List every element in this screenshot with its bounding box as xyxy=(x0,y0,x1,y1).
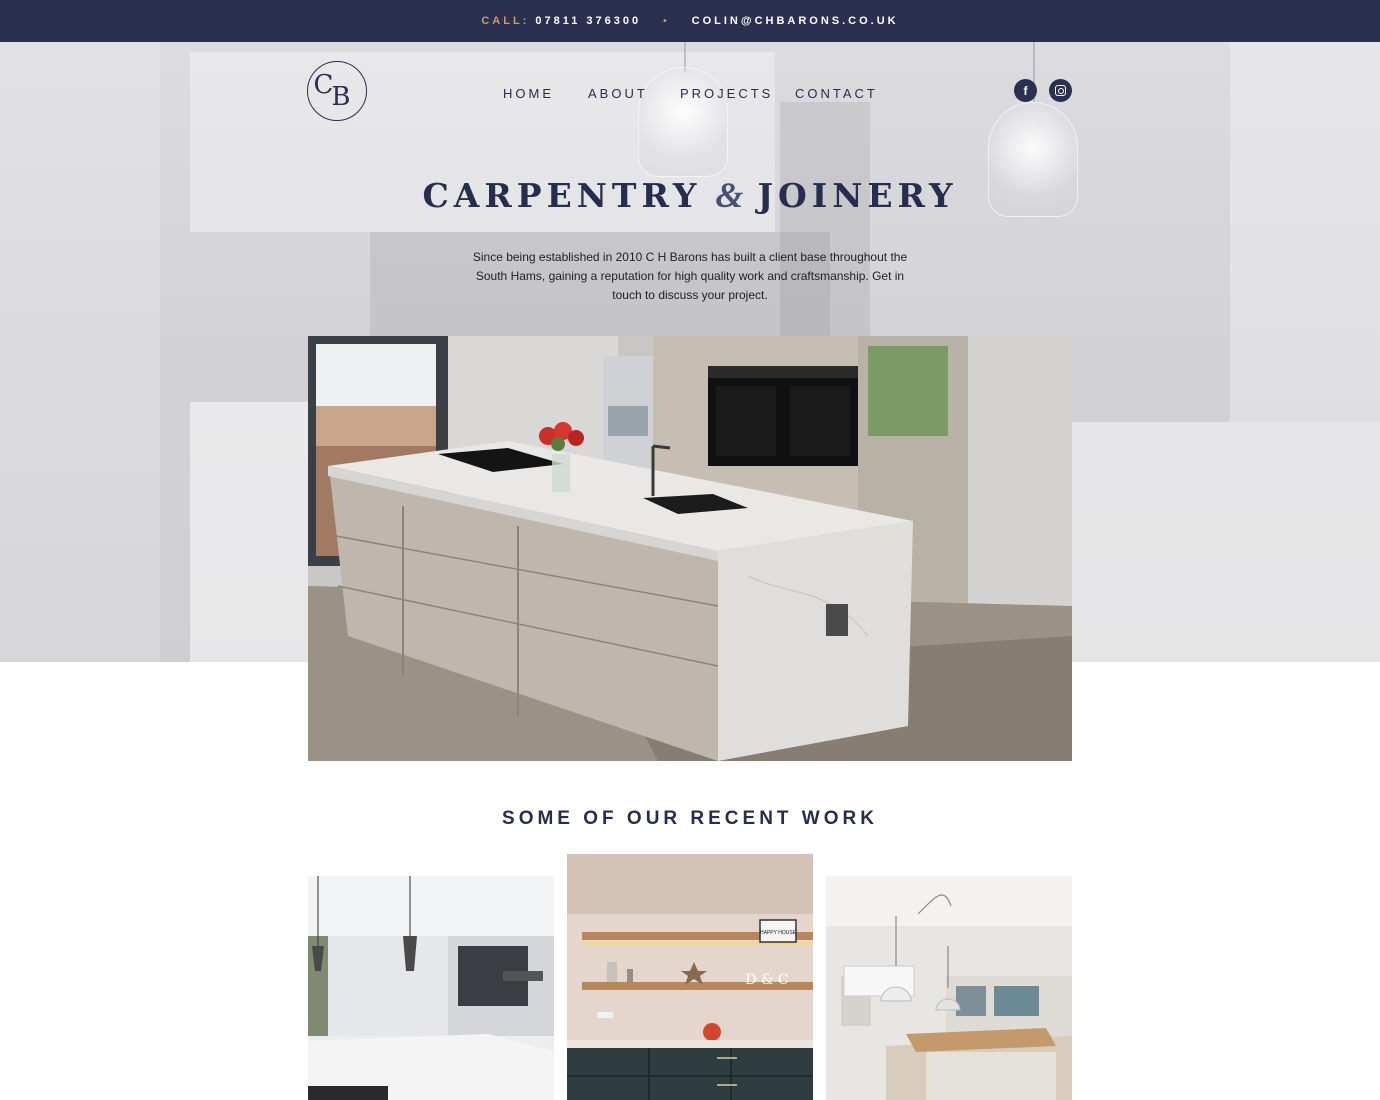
nav-home[interactable]: HOME xyxy=(503,86,554,101)
instagram-icon[interactable] xyxy=(1049,79,1072,102)
d-and-c-letters: D & C xyxy=(745,972,788,988)
nav-about[interactable]: ABOUT xyxy=(588,86,648,101)
contact-bar: CALL: 07811 376300 • COLIN@CHBARONS.CO.U… xyxy=(0,0,1380,42)
instagram-glyph xyxy=(1055,85,1066,96)
happy-house-sign: HAPPY HOUSE xyxy=(760,930,797,936)
hero-intro-text: Since being established in 2010 C H Baro… xyxy=(472,250,908,302)
hero-title-joinery: JOINERY xyxy=(757,176,958,215)
recent-work-heading: SOME OF OUR RECENT WORK xyxy=(502,808,878,829)
logo-letter-c: C xyxy=(313,70,334,100)
hero-title-carpentry: CARPENTRY xyxy=(422,176,702,215)
nav-contact[interactable]: CONTACT xyxy=(795,86,878,101)
hero-title-ampersand: & xyxy=(715,175,744,215)
facebook-glyph: f xyxy=(1023,83,1028,98)
phone-link[interactable]: 07811 376300 xyxy=(535,15,641,27)
featured-kitchen-image xyxy=(308,336,1072,761)
separator-dot: • xyxy=(663,15,670,27)
project-thumbnail-1[interactable] xyxy=(308,876,554,1100)
hero-title: CARPENTRY & JOINERY xyxy=(0,174,1380,216)
company-logo[interactable]: C B xyxy=(307,61,367,121)
nav-projects[interactable]: PROJECTS xyxy=(680,86,773,101)
logo-letter-b: B xyxy=(331,82,351,112)
project-thumbnail-3[interactable] xyxy=(826,876,1072,1100)
project-thumbnail-2[interactable]: HAPPY HOUSE D & C xyxy=(567,854,813,1100)
facebook-icon[interactable]: f xyxy=(1014,79,1037,102)
email-link[interactable]: COLIN@CHBARONS.CO.UK xyxy=(692,15,899,27)
call-label: CALL: xyxy=(481,15,530,27)
